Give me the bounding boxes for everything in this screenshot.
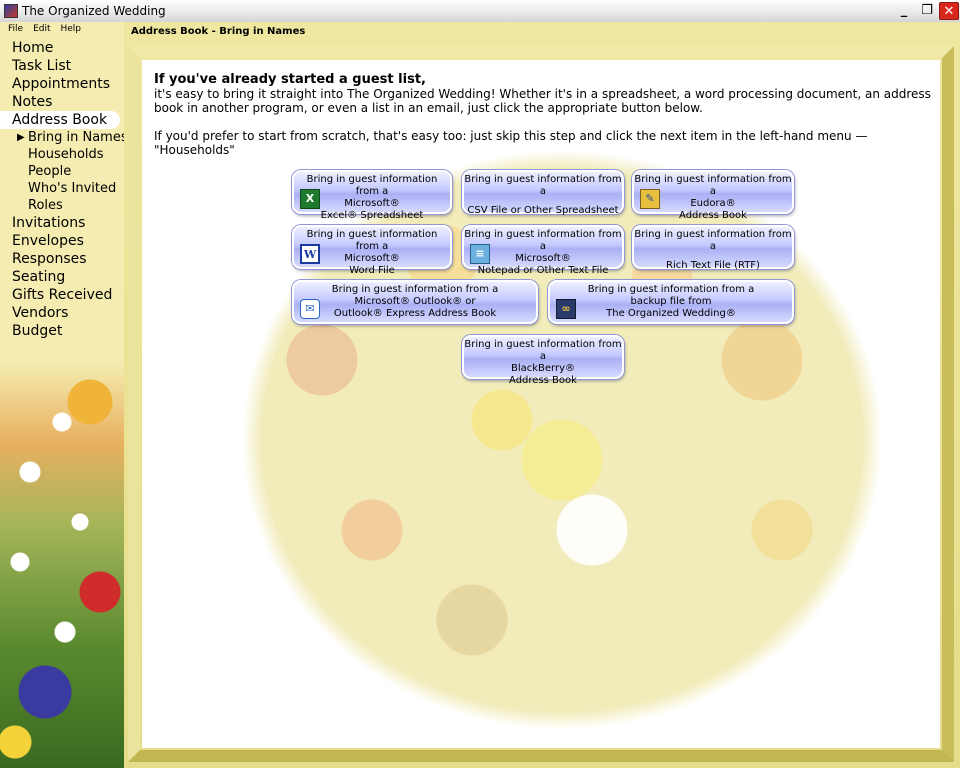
nav-item-seating[interactable]: Seating	[0, 268, 124, 286]
notepad-import-button[interactable]: Bring in guest information from a ≡ Micr…	[462, 225, 624, 276]
button-prefix: Bring in guest information from a	[634, 229, 792, 252]
rtf-import-button[interactable]: Bring in guest information from a Rich T…	[632, 225, 794, 271]
csv-import-button[interactable]: Bring in guest information from a CSV Fi…	[462, 170, 624, 216]
button-line: Microsoft® Outlook® or	[354, 296, 476, 307]
button-line: backup file from	[630, 296, 712, 307]
nav-item-envelopes[interactable]: Envelopes	[0, 232, 124, 250]
blackberry-import-button[interactable]: Bring in guest information from a BlackB…	[462, 335, 624, 386]
button-prefix: Bring in guest information from a	[587, 284, 755, 295]
nav-item-invitations[interactable]: Invitations	[0, 214, 124, 232]
outlook-icon: ✉	[300, 299, 320, 319]
button-line: Outlook® Express Address Book	[333, 308, 497, 319]
nav-item-gifts-received[interactable]: Gifts Received	[0, 286, 124, 304]
nav-sub-whos-invited[interactable]: Who's Invited	[0, 180, 124, 197]
word-icon: W	[300, 244, 320, 264]
nav-sub-roles[interactable]: Roles	[0, 197, 124, 214]
intro-scratch: If you'd prefer to start from scratch, t…	[154, 129, 868, 157]
backup-icon: ∞	[556, 299, 576, 319]
nav-item-vendors[interactable]: Vendors	[0, 304, 124, 322]
window-title: The Organized Wedding	[22, 4, 166, 18]
title-bar: The Organized Wedding _ ❐ ✕	[0, 0, 960, 23]
main-frame: Address Book - Bring in Names If you've …	[124, 22, 960, 768]
nav-item-address-book[interactable]: Address Book	[0, 111, 120, 129]
sidebar: File Edit Help Home Task List Appointmen…	[0, 22, 124, 768]
eudora-icon: ✎	[640, 189, 660, 209]
nav-item-responses[interactable]: Responses	[0, 250, 124, 268]
maximize-button[interactable]: ❐	[917, 2, 937, 20]
menu-help[interactable]: Help	[61, 24, 82, 37]
nav-sub-label: Bring in Names	[28, 130, 124, 145]
button-line: Word File	[349, 265, 395, 276]
backup-import-button[interactable]: Bring in guest information from a ∞ back…	[548, 280, 794, 324]
nav-menu: Home Task List Appointments Notes Addres…	[0, 39, 124, 340]
outlook-import-button[interactable]: Bring in guest information from a ✉ Micr…	[292, 280, 538, 324]
menu-edit[interactable]: Edit	[33, 24, 50, 37]
button-line: Excel® Spreadsheet	[320, 210, 424, 221]
button-line: The Organized Wedding®	[606, 308, 736, 319]
content-panel: If you've already started a guest list, …	[142, 60, 940, 748]
nav-item-task-list[interactable]: Task List	[0, 57, 124, 75]
nav-item-budget[interactable]: Budget	[0, 322, 124, 340]
button-line: Rich Text File (RTF)	[666, 260, 760, 271]
button-line: Address Book	[679, 210, 747, 221]
bouquet-background-image	[142, 60, 940, 748]
notepad-icon: ≡	[470, 244, 490, 264]
button-line: Address Book	[509, 375, 577, 386]
button-prefix: Bring in guest information from a	[464, 174, 622, 197]
active-arrow-icon: ▶	[17, 132, 25, 143]
button-prefix: Bring in guest information from a	[331, 284, 499, 295]
nav-sub-people[interactable]: People	[0, 163, 124, 180]
menu-bar: File Edit Help	[8, 24, 81, 37]
nav-item-appointments[interactable]: Appointments	[0, 75, 124, 93]
button-line: CSV File or Other Spreadsheet	[467, 205, 619, 216]
app-icon	[4, 4, 18, 18]
intro-heading: If you've already started a guest list,	[154, 72, 426, 87]
button-line: Notepad or Other Text File	[477, 265, 609, 276]
nav-sub-households[interactable]: Households	[0, 146, 124, 163]
minimize-button[interactable]: _	[894, 2, 914, 20]
menu-file[interactable]: File	[8, 24, 23, 37]
nav-sub-bring-in-names[interactable]: ▶ Bring in Names	[0, 129, 124, 146]
excel-icon: X	[300, 189, 320, 209]
eudora-import-button[interactable]: Bring in guest information from a ✎ Eudo…	[632, 170, 794, 221]
button-line: BlackBerry®	[510, 363, 576, 374]
nav-item-home[interactable]: Home	[0, 39, 124, 57]
intro-text: If you've already started a guest list, …	[154, 72, 934, 157]
breadcrumb: Address Book - Bring in Names	[131, 26, 306, 37]
nav-item-notes[interactable]: Notes	[0, 93, 124, 111]
excel-import-button[interactable]: Bring in guest information from a X Micr…	[292, 170, 452, 221]
close-button[interactable]: ✕	[939, 2, 959, 20]
button-prefix: Bring in guest information from a	[464, 339, 622, 362]
intro-body: it's easy to bring it straight into The …	[154, 87, 931, 115]
word-import-button[interactable]: Bring in guest information from a W Micr…	[292, 225, 452, 276]
sidebar-flower-image	[0, 362, 124, 768]
